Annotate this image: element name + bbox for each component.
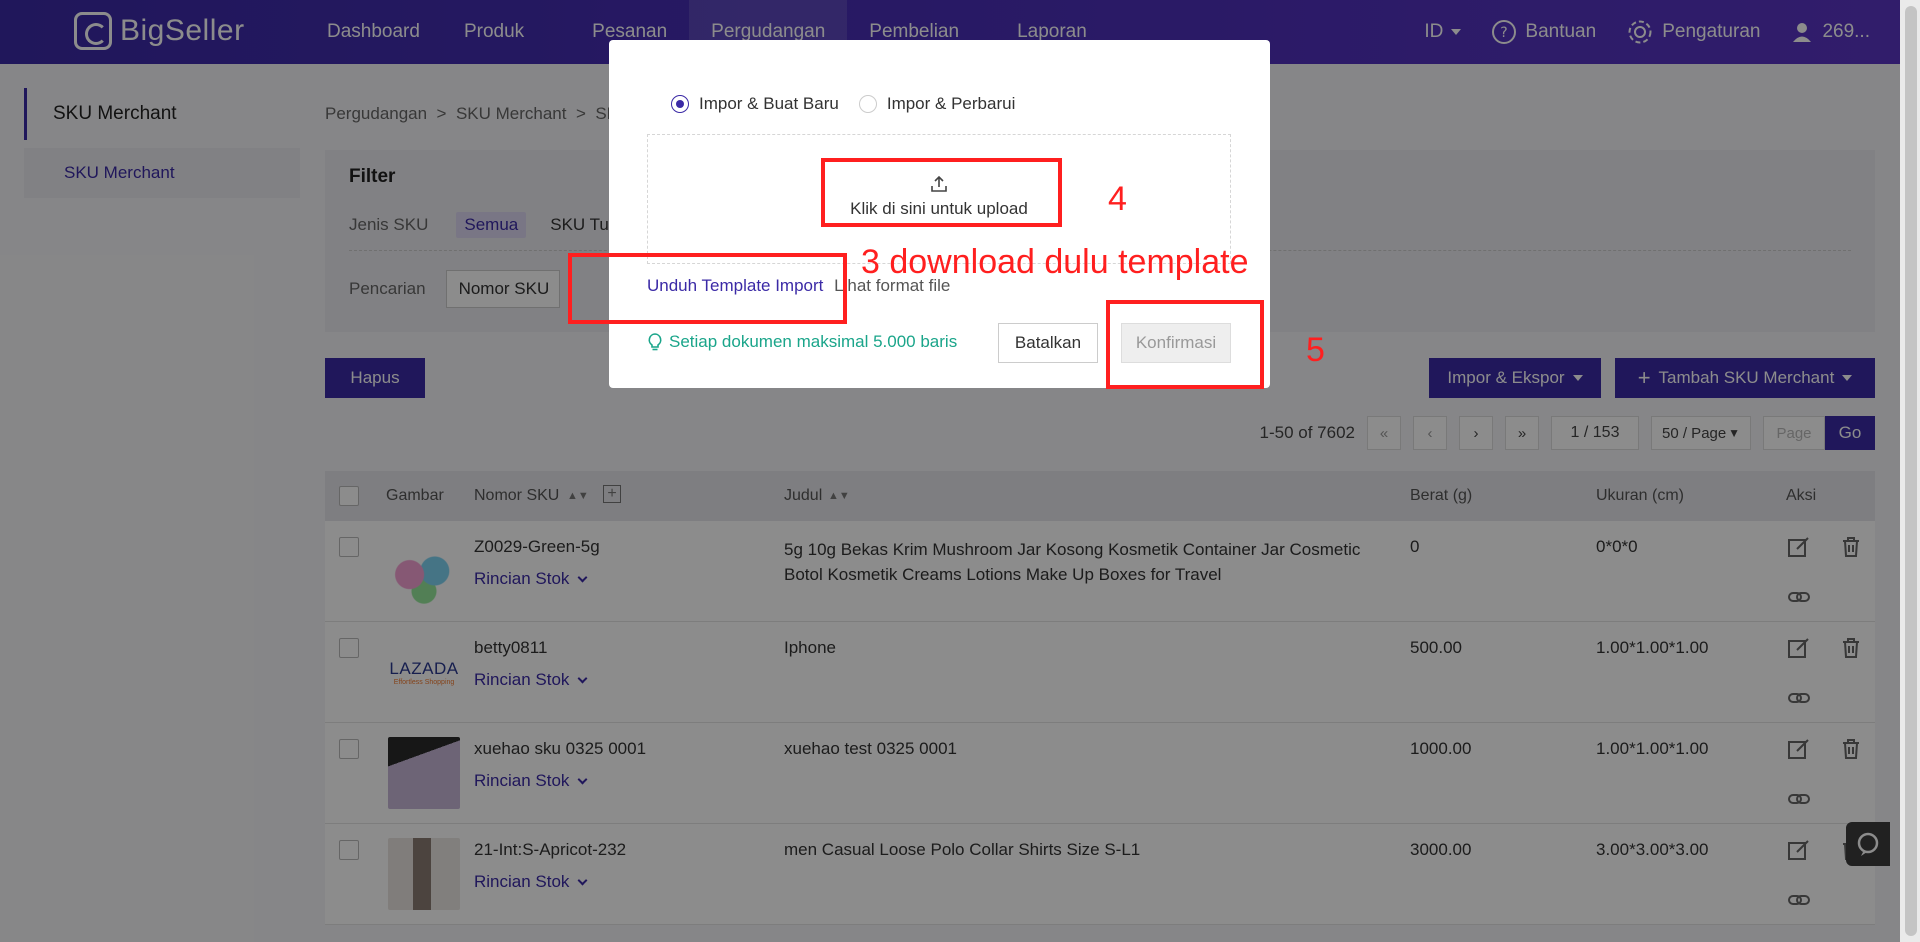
- row-limit-text: Setiap dokumen maksimal 5.000 baris: [669, 332, 958, 351]
- radio-import-new[interactable]: [671, 95, 689, 113]
- import-mode-group: Impor & Buat Baru Impor & Perbarui: [671, 94, 1015, 114]
- scrollbar-thumb[interactable]: [1905, 6, 1917, 936]
- radio-import-update[interactable]: [858, 95, 877, 113]
- row-limit-tip: Setiap dokumen maksimal 5.000 baris: [647, 332, 957, 352]
- radio-import-new-label[interactable]: Impor & Buat Baru: [699, 94, 839, 114]
- annotation-box-confirm: [1106, 300, 1264, 389]
- annotation-box-template: [568, 253, 847, 324]
- annotation-step-4: 4: [1108, 180, 1127, 218]
- annotation-step-5: 5: [1306, 331, 1325, 369]
- radio-import-update-label[interactable]: Impor & Perbarui: [887, 94, 1016, 114]
- annotation-box-upload: [821, 158, 1062, 227]
- cancel-button[interactable]: Batalkan: [998, 323, 1098, 363]
- annotation-step-3: 3 download dulu template: [861, 243, 1249, 281]
- vertical-scrollbar[interactable]: [1900, 0, 1920, 942]
- lightbulb-icon: [648, 333, 662, 351]
